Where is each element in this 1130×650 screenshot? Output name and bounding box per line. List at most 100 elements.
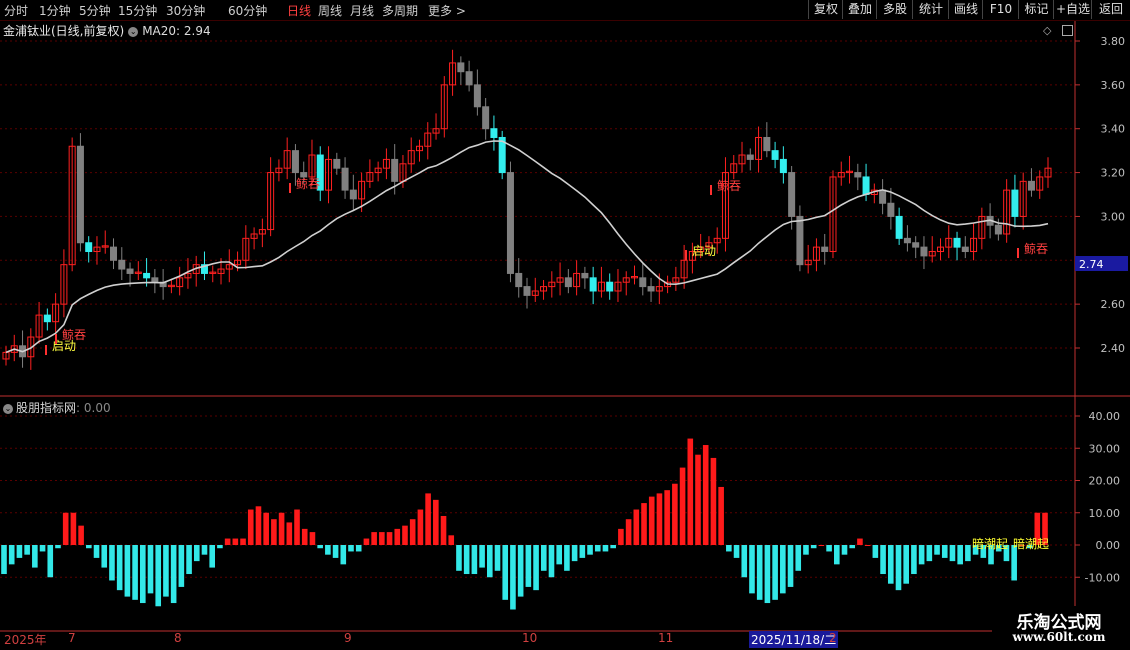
indicator-bar <box>16 545 23 558</box>
date-m12: 2 <box>829 631 837 645</box>
indicator-bar <box>849 545 856 549</box>
indicator-bar <box>926 545 933 562</box>
candle-body <box>606 281 614 292</box>
candle-body <box>43 314 51 323</box>
indicator-bar <box>132 545 138 600</box>
candle-body <box>879 189 887 204</box>
indicator-bar <box>787 545 794 587</box>
indicator-bar <box>872 545 879 558</box>
candle-body <box>788 172 796 217</box>
indicator-bar <box>602 545 609 552</box>
candle-body <box>291 150 299 174</box>
indicator-bar <box>62 512 69 545</box>
indicator-bar <box>93 545 100 558</box>
indicator-bar <box>880 545 886 575</box>
indicator-bar <box>363 538 370 545</box>
indicator-tick-label: 10.00 <box>1089 507 1121 520</box>
anchao-label: 暗潮起 <box>972 536 1008 551</box>
indicator-bar <box>718 486 724 545</box>
indicator-bar <box>348 545 354 552</box>
indicator-bar <box>579 545 586 558</box>
indicator-bar <box>193 545 200 562</box>
indicator-bar <box>494 545 501 571</box>
indicator-bar <box>32 545 38 568</box>
candle-body <box>961 246 969 253</box>
indicator-bar <box>695 454 701 545</box>
indicator-bar <box>440 515 447 545</box>
candle-body <box>473 84 481 108</box>
indicator-bar <box>857 538 863 545</box>
indicator-bar <box>332 545 339 558</box>
indicator-bar <box>379 532 385 545</box>
price-tick-label: 3.20 <box>1101 167 1126 180</box>
candle-body <box>126 268 134 274</box>
indicator-bar <box>201 545 208 555</box>
candle-body <box>862 176 870 195</box>
indicator-bar <box>764 545 771 604</box>
candle-body <box>523 286 531 296</box>
candle-body <box>465 71 473 86</box>
indicator-bar <box>355 545 362 552</box>
candle-body <box>333 158 341 169</box>
price-badge-text: 2.74 <box>1079 258 1104 271</box>
candle-body <box>895 215 903 239</box>
indicator-bar <box>109 545 115 581</box>
indicator-bar <box>895 545 902 591</box>
candle-body <box>482 106 490 130</box>
indicator-bar <box>733 545 740 558</box>
indicator-bar <box>672 483 678 545</box>
indicator-bar <box>140 545 146 604</box>
date-m8: 8 <box>174 631 182 645</box>
indicator-tick-label: -10.00 <box>1085 571 1120 584</box>
candle-body <box>854 172 862 178</box>
candle-body <box>821 246 829 253</box>
indicator-bar <box>433 499 439 545</box>
indicator-bar <box>625 519 632 545</box>
candle-body <box>903 237 911 244</box>
price-tick-label: 2.60 <box>1101 298 1126 311</box>
indicator-bar <box>479 545 485 568</box>
indicator-bar <box>294 509 300 545</box>
indicator-bar <box>286 522 293 545</box>
indicator-bar <box>826 545 832 552</box>
indicator-bar <box>533 545 539 591</box>
indicator-bar <box>456 545 462 571</box>
candle-body <box>457 62 465 73</box>
candle-body <box>994 224 1002 235</box>
date-m10: 10 <box>522 631 538 645</box>
indicator-bar <box>170 545 177 604</box>
price-tick-label: 3.60 <box>1101 79 1126 92</box>
date-year: 2025年 <box>4 633 47 647</box>
indicator-bar <box>502 545 509 600</box>
price-tick-label: 3.80 <box>1101 35 1126 48</box>
candle-body <box>920 246 928 257</box>
candle-body <box>581 272 589 279</box>
candle-body <box>771 150 779 160</box>
indicator-tick-label: 20.00 <box>1089 475 1121 488</box>
indicator-bar <box>510 545 516 610</box>
indicator-bar <box>448 535 455 545</box>
kline-chart[interactable]: 3.803.603.403.203.002.802.602.4040.0030.… <box>0 0 1130 650</box>
indicator-bar <box>571 545 578 562</box>
indicator-bar <box>209 545 215 568</box>
indicator-bar <box>780 545 786 594</box>
indicator-bar <box>325 545 331 555</box>
candle-body <box>796 215 804 266</box>
indicator-bar <box>386 532 393 545</box>
indicator-bar <box>841 545 848 555</box>
indicator-bar <box>217 545 223 549</box>
indicator-bar <box>818 545 825 546</box>
candle-body <box>515 272 523 288</box>
candle-body <box>76 145 84 244</box>
indicator-bar <box>124 545 131 597</box>
indicator-bar <box>8 545 15 565</box>
indicator-bar <box>633 509 640 545</box>
indicator-bar <box>309 532 316 545</box>
indicator-bar <box>340 545 347 565</box>
indicator-bar <box>263 512 269 545</box>
indicator-bar <box>47 545 54 578</box>
indicator-bar <box>255 506 262 545</box>
indicator-bar <box>772 545 778 600</box>
indicator-bar <box>887 545 894 584</box>
signal-label: 鲸吞 <box>296 176 320 191</box>
